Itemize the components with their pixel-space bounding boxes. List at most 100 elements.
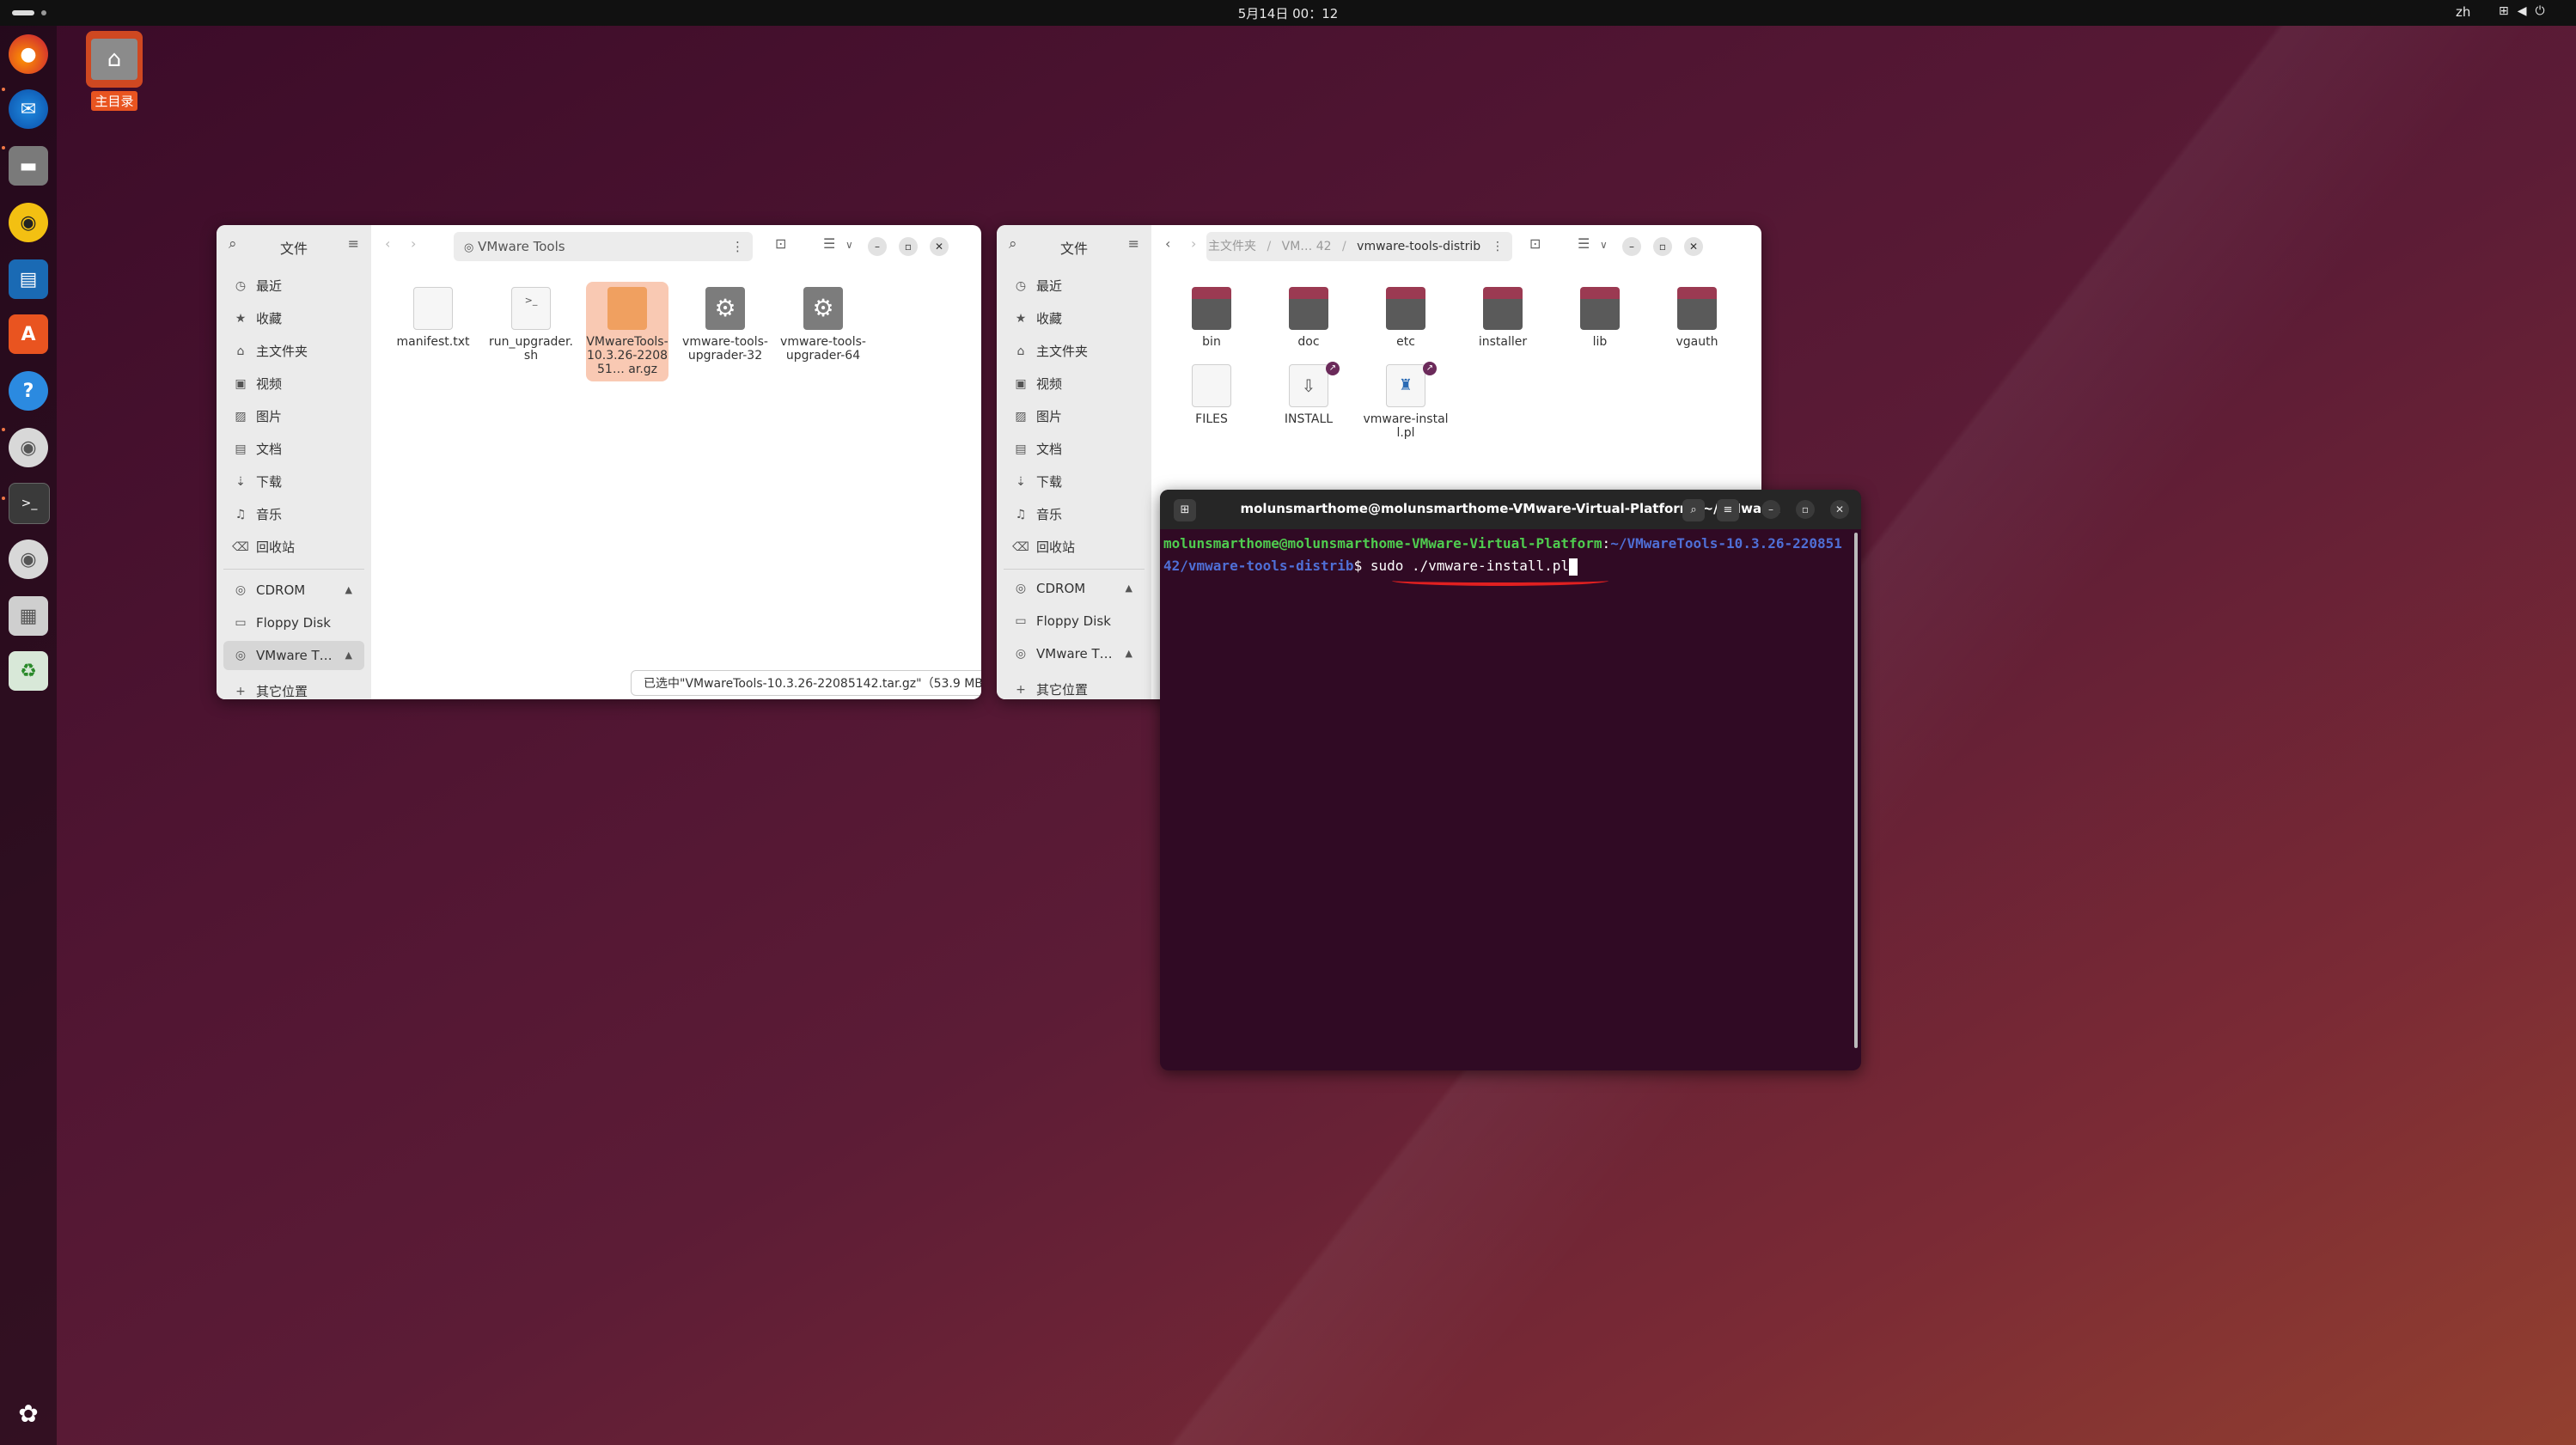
forward-icon[interactable]: › [411, 235, 416, 252]
desktop-home-icon[interactable]: ⌂ 主目录 [84, 31, 144, 111]
minimize-button[interactable]: – [1761, 500, 1780, 519]
show-apps-icon[interactable]: ✿ [9, 1393, 48, 1433]
sidebar-item-videos[interactable]: ▣ 视频 [223, 369, 364, 399]
sidebar-item-label: 文档 [256, 442, 283, 457]
minimize-button[interactable]: – [1622, 237, 1641, 256]
sidebar-item-trash[interactable]: ⌫ 回收站 [1004, 533, 1145, 562]
terminal-icon[interactable]: >_ [9, 483, 50, 524]
file-item-selected[interactable]: VMwareTools-10.3.26-220851… ar.gz [586, 282, 668, 381]
new-folder-icon[interactable]: ⊡ [1529, 235, 1541, 252]
minimize-button[interactable]: – [868, 237, 887, 256]
folder-item[interactable]: vgauth [1652, 287, 1742, 349]
breadcrumb-current[interactable]: vmware-tools-distrib [1357, 240, 1480, 253]
terminal-window: ⊞ molunsmarthome@molunsmarthome-VMware-V… [1160, 490, 1861, 1070]
file-item[interactable]: ⇩ ↗ INSTALL [1264, 362, 1353, 426]
new-folder-icon[interactable]: ⊡ [775, 235, 786, 252]
sidebar-item-documents[interactable]: ▤ 文档 [223, 435, 364, 464]
sidebar-item-label: 视频 [256, 376, 283, 392]
path-menu-icon[interactable]: ⋮ [731, 232, 744, 261]
chevron-down-icon[interactable]: ∨ [845, 239, 853, 251]
file-item[interactable]: ⚙ vmware-tools-upgrader-32 [681, 287, 770, 363]
scrollbar[interactable] [1854, 533, 1858, 1048]
firefox-icon[interactable]: ● [9, 34, 48, 74]
sidebar-item-home[interactable]: ⌂ 主文件夹 [1004, 337, 1145, 366]
file-item[interactable]: ⚙ vmware-tools-upgrader-64 [778, 287, 868, 363]
path-bar[interactable]: ◎ VMware Tools ⋮ [454, 232, 753, 261]
folder-item[interactable]: etc [1361, 287, 1450, 349]
folder-item[interactable]: doc [1264, 287, 1353, 349]
forward-icon[interactable]: › [1191, 235, 1196, 252]
sidebar-item-floppy[interactable]: ▭ Floppy Disk [223, 608, 364, 637]
sidebar-item-vmware-tools[interactable]: ◎ VMware T… ▲ [1004, 639, 1145, 668]
sidebar-item-label: 最近 [256, 278, 283, 294]
rhythmbox-icon[interactable]: ◉ [9, 203, 48, 242]
folder-item[interactable]: installer [1458, 287, 1547, 349]
file-item[interactable]: >_ run_upgrader.sh [486, 287, 576, 363]
back-icon[interactable]: ‹ [1165, 235, 1170, 252]
sidebar-item-label: 图片 [256, 409, 283, 424]
help-icon[interactable]: ? [9, 371, 48, 411]
maximize-button[interactable]: ▫ [1796, 500, 1815, 519]
chevron-down-icon[interactable]: ∨ [1600, 239, 1608, 251]
breadcrumb-vmware-tools[interactable]: VM… 42 [1282, 240, 1332, 253]
app-center-icon[interactable]: A [9, 314, 48, 354]
trash-icon: ⌫ [232, 540, 249, 554]
sidebar-item-floppy[interactable]: ▭ Floppy Disk [1004, 607, 1145, 636]
input-method-indicator[interactable]: zh [2456, 4, 2470, 20]
file-item[interactable]: manifest.txt [388, 287, 478, 349]
sidebar-item-starred[interactable]: ★ 收藏 [223, 304, 364, 333]
thunderbird-icon[interactable]: ✉ [9, 89, 48, 129]
sidebar-item-pictures[interactable]: ▨ 图片 [1004, 402, 1145, 431]
sidebar-item-home[interactable]: ⌂ 主文件夹 [223, 337, 364, 366]
list-view-icon[interactable]: ☰ [823, 235, 835, 252]
eject-icon[interactable]: ▲ [1126, 639, 1132, 668]
eject-icon[interactable]: ▲ [345, 641, 352, 670]
volume-icon: ◀ [2517, 4, 2536, 18]
menu-icon[interactable]: ≡ [348, 235, 359, 252]
clock[interactable]: 5月14日 00：12 [0, 4, 2576, 22]
sidebar-item-pictures[interactable]: ▨ 图片 [223, 402, 364, 431]
sidebar-item-recent[interactable]: ◷ 最近 [223, 271, 364, 301]
sidebar-item-other-locations[interactable]: + 其它位置 [223, 677, 364, 699]
hamburger-menu-icon[interactable]: ≡ [1717, 499, 1739, 521]
folder-item[interactable]: bin [1167, 287, 1256, 349]
back-icon[interactable]: ‹ [385, 235, 390, 252]
eject-icon[interactable]: ▲ [1126, 574, 1132, 603]
sidebar-item-other-locations[interactable]: + 其它位置 [1004, 675, 1145, 699]
sidebar-item-cdrom[interactable]: ◎ CDROM ▲ [1004, 574, 1145, 603]
files-icon[interactable]: ▬ [9, 146, 48, 186]
sidebar-item-downloads[interactable]: ⇣ 下载 [1004, 467, 1145, 497]
sidebar-item-vmware-tools[interactable]: ◎ VMware T… ▲ [223, 641, 364, 670]
close-button[interactable]: ✕ [1684, 237, 1703, 256]
floppy-icon[interactable]: ▦ [9, 596, 48, 636]
breadcrumb-home[interactable]: 主文件夹 [1208, 240, 1256, 253]
file-item[interactable]: FILES [1167, 364, 1256, 426]
search-icon[interactable]: ⌕ [1682, 499, 1705, 521]
disc-icon[interactable]: ◉ [9, 428, 48, 467]
sidebar-item-downloads[interactable]: ⇣ 下载 [223, 467, 364, 497]
sidebar-item-videos[interactable]: ▣ 视频 [1004, 369, 1145, 399]
maximize-button[interactable]: ▫ [899, 237, 918, 256]
folder-item[interactable]: lib [1555, 287, 1645, 349]
list-view-icon[interactable]: ☰ [1578, 235, 1590, 252]
system-tray[interactable]: ⊞◀⏻ [2499, 4, 2554, 18]
sidebar-item-cdrom[interactable]: ◎ CDROM ▲ [223, 576, 364, 605]
disc-icon[interactable]: ◉ [9, 540, 48, 579]
close-button[interactable]: ✕ [930, 237, 949, 256]
path-menu-icon[interactable]: ⋮ [1492, 232, 1504, 261]
file-item[interactable]: ♜ ↗ vmware-install.pl [1361, 362, 1450, 440]
sidebar-item-documents[interactable]: ▤ 文档 [1004, 435, 1145, 464]
menu-icon[interactable]: ≡ [1128, 235, 1139, 252]
maximize-button[interactable]: ▫ [1653, 237, 1672, 256]
sidebar-item-music[interactable]: ♫ 音乐 [1004, 500, 1145, 529]
sidebar-item-starred[interactable]: ★ 收藏 [1004, 304, 1145, 333]
trash-icon[interactable]: ♻ [9, 651, 48, 691]
close-button[interactable]: ✕ [1830, 500, 1849, 519]
disc-icon: ◎ [1015, 647, 1027, 661]
sidebar-item-recent[interactable]: ◷ 最近 [1004, 271, 1145, 301]
sidebar-item-music[interactable]: ♫ 音乐 [223, 500, 364, 529]
sidebar-item-trash[interactable]: ⌫ 回收站 [223, 533, 364, 562]
writer-icon[interactable]: ▤ [9, 259, 48, 299]
eject-icon[interactable]: ▲ [345, 576, 352, 605]
terminal-output[interactable]: molunsmarthome@molunsmarthome-VMware-Vir… [1163, 533, 1849, 577]
